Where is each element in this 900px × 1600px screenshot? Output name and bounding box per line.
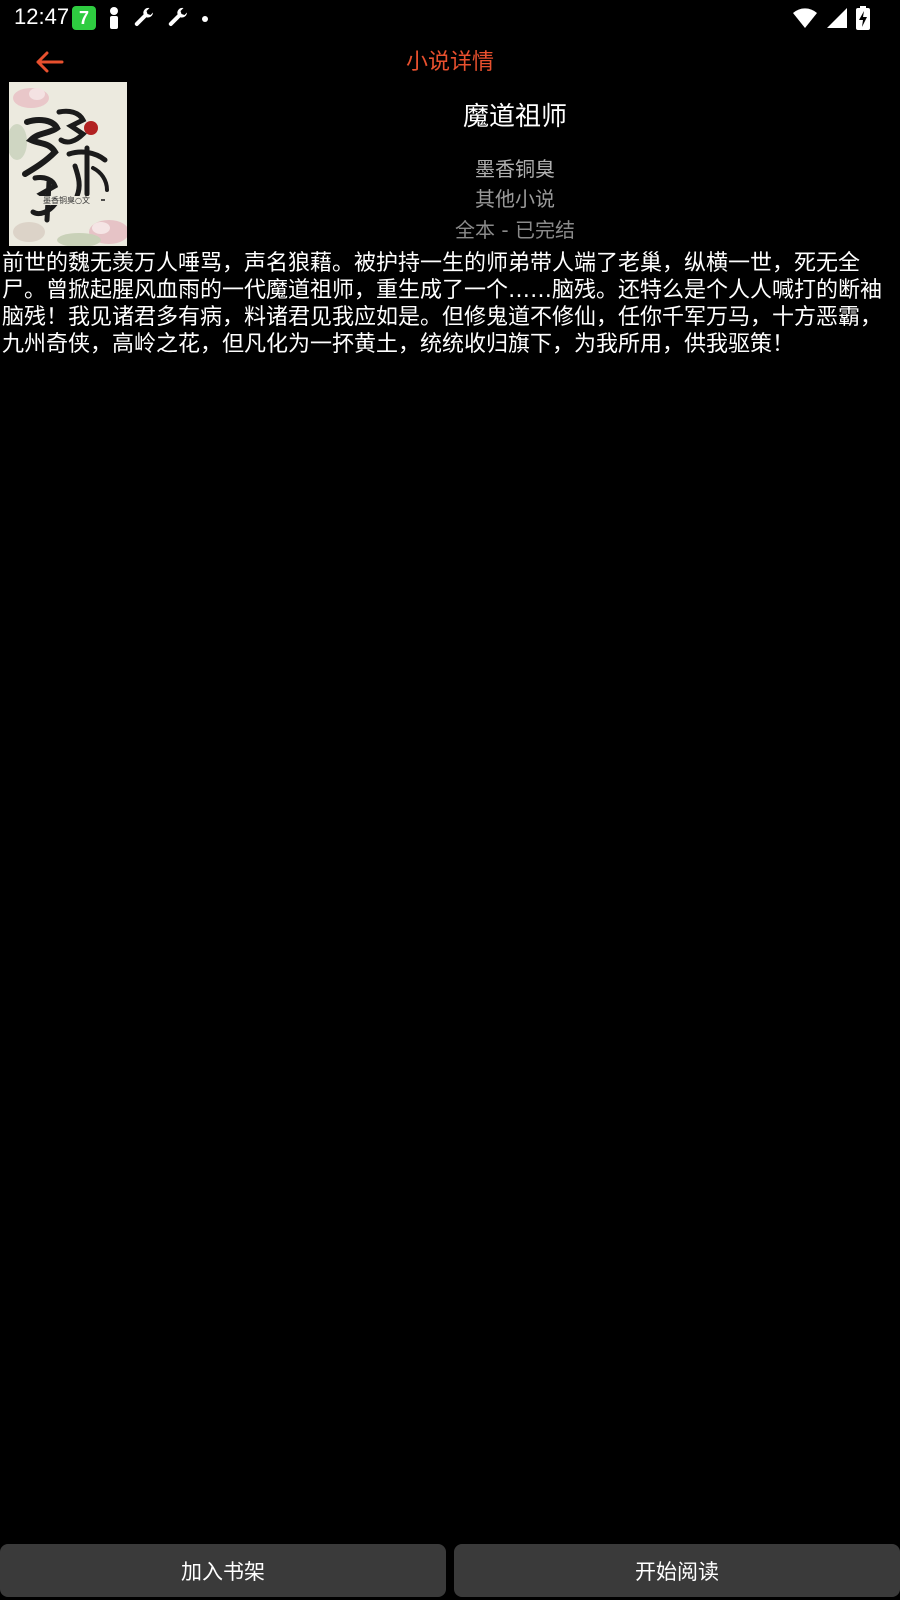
book-info: 魔道祖师 墨香铜臭 其他小说 全本 - 已完结 — [140, 92, 890, 246]
app-7-icon: 7 — [72, 6, 96, 30]
wrench-icon — [134, 7, 153, 26]
wrench-icon — [168, 7, 187, 26]
status-icons-right — [792, 5, 870, 31]
book-status: 全本 - 已完结 — [455, 218, 575, 242]
app-header: 小说详情 — [0, 36, 900, 92]
status-time: 12:47 — [14, 4, 70, 29]
status-bar: 12:47 7 — [0, 0, 900, 36]
book-description: 前世的魏无羡万人唾骂，声名狼藉。被护持一生的师弟带人端了老巢，纵横一世，死无全尸… — [2, 251, 883, 357]
svg-text:墨香铜臭○文: 墨香铜臭○文 — [43, 195, 90, 205]
book-category: 其他小说 — [475, 187, 555, 211]
battery-charging-icon — [856, 6, 870, 30]
start-reading-button[interactable]: 开始阅读 — [454, 1544, 900, 1597]
book-author: 墨香铜臭 — [475, 157, 555, 181]
add-to-shelf-button[interactable]: 加入书架 — [0, 1544, 446, 1597]
person-icon — [110, 7, 118, 29]
page-title: 小说详情 — [405, 50, 494, 75]
novel-detail-screen: 12:47 7 小说详情 墨香铜臭○文 魔道祖师 墨香铜臭 其他小说 全本 - … — [0, 0, 900, 1600]
book-cover-art: 墨香铜臭○文 — [9, 82, 127, 246]
book-title: 魔道祖师 — [462, 102, 567, 132]
bottom-action-bar: 加入书架 开始阅读 — [0, 1544, 900, 1598]
dot-icon — [202, 16, 208, 22]
book-cover-image: 墨香铜臭○文 — [9, 82, 127, 246]
cell-signal-icon — [827, 8, 847, 28]
status-icons-left: 7 — [72, 5, 210, 31]
wifi-icon — [793, 8, 817, 28]
